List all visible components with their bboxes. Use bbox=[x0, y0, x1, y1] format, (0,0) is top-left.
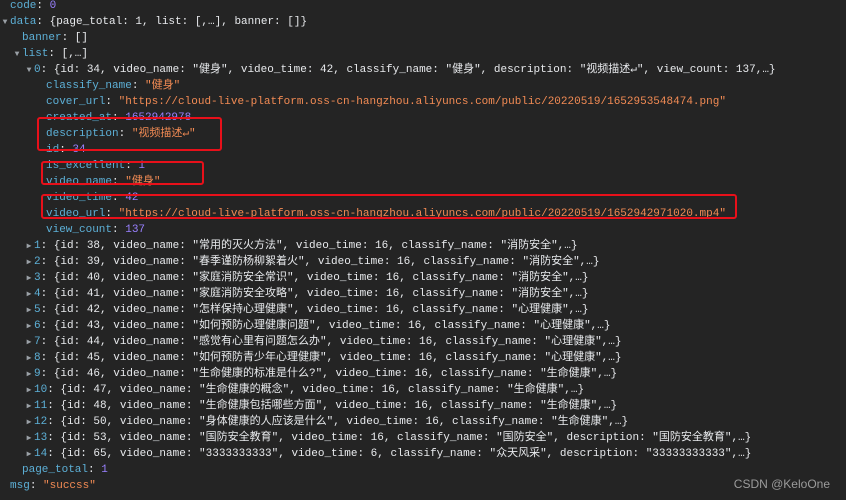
property-preview: : [] bbox=[61, 32, 89, 44]
property-key: 7 bbox=[34, 336, 41, 348]
property-value: 0 bbox=[49, 0, 57, 12]
tree-row: page_total: 1 bbox=[12, 462, 108, 478]
tree-row[interactable]: ▶ 9: {id: 46, video_name: "生命健康的标准是什么?", … bbox=[24, 366, 618, 383]
tree-row[interactable]: ▶ 13: {id: 53, video_name: "国防安全教育", vide… bbox=[24, 430, 752, 447]
property-preview: : {id: 38, video_name: "常用的灭火方法", video_… bbox=[40, 240, 578, 252]
property-key: 11 bbox=[34, 400, 48, 412]
property-preview: : {id: 45, video_name: "如何预防青少年心理健康", vi… bbox=[40, 352, 622, 364]
collapsed-triangle-icon[interactable]: ▶ bbox=[24, 447, 34, 463]
collapsed-triangle-icon[interactable]: ▶ bbox=[24, 351, 34, 367]
property-key: 13 bbox=[34, 432, 48, 444]
property-key: 0 bbox=[34, 64, 41, 76]
tree-row[interactable]: ▶ 6: {id: 43, video_name: "如何预防心理健康问题", v… bbox=[24, 318, 611, 335]
property-key: 9 bbox=[34, 368, 41, 380]
property-preview: : {id: 65, video_name: "3333333333", vid… bbox=[47, 448, 752, 460]
property-preview: : {id: 53, video_name: "国防安全教育", video_t… bbox=[47, 432, 752, 444]
property-preview: : {id: 47, video_name: "生命健康的概念", video_… bbox=[47, 384, 585, 396]
property-key: 4 bbox=[34, 288, 41, 300]
collapsed-triangle-icon[interactable]: ▶ bbox=[24, 303, 34, 319]
collapsed-triangle-icon[interactable]: ▶ bbox=[24, 271, 34, 287]
property-key: 3 bbox=[34, 272, 41, 284]
property-key: cover_url bbox=[46, 96, 106, 108]
property-preview: : {id: 39, video_name: "春季谨防杨柳絮着火", vide… bbox=[40, 256, 600, 268]
property-preview: : {id: 42, video_name: "怎样保持心理健康", video… bbox=[40, 304, 589, 316]
property-key: banner bbox=[22, 32, 62, 44]
property-preview: : {id: 41, video_name: "家庭消防安全攻略", video… bbox=[40, 288, 589, 300]
property-key: view_count bbox=[46, 224, 113, 236]
property-preview: : bbox=[36, 0, 50, 12]
property-preview: : {id: 50, video_name: "身体健康的人应该是什么", vi… bbox=[47, 416, 629, 428]
collapsed-triangle-icon[interactable]: ▶ bbox=[24, 287, 34, 303]
property-key: 2 bbox=[34, 256, 41, 268]
highlight-box-video-name bbox=[41, 161, 204, 185]
collapsed-triangle-icon[interactable]: ▶ bbox=[24, 319, 34, 335]
tree-row[interactable]: ▶ 14: {id: 65, video_name: "3333333333", … bbox=[24, 446, 752, 463]
tree-row[interactable]: ▶ 4: {id: 41, video_name: "家庭消防安全攻略", vid… bbox=[24, 286, 589, 303]
property-key: list bbox=[22, 48, 49, 60]
property-preview: : bbox=[88, 464, 102, 476]
tree-row[interactable]: ▶ 3: {id: 40, video_name: "家庭消防安全常识", vid… bbox=[24, 270, 589, 287]
watermark: CSDN @KeloOne bbox=[733, 477, 830, 491]
property-key: 12 bbox=[34, 416, 48, 428]
collapsed-triangle-icon[interactable]: ▶ bbox=[24, 335, 34, 351]
tree-row[interactable]: ▶ 12: {id: 50, video_name: "身体健康的人应该是什么",… bbox=[24, 414, 629, 431]
highlight-box-description-id bbox=[37, 117, 222, 151]
collapsed-triangle-icon[interactable]: ▶ bbox=[24, 239, 34, 255]
tree-row[interactable]: ▶ 11: {id: 48, video_name: "生命健康包括哪些方面", … bbox=[24, 398, 618, 415]
property-key: 5 bbox=[34, 304, 41, 316]
property-key: 8 bbox=[34, 352, 41, 364]
property-key: classify_name bbox=[46, 80, 132, 92]
tree-row: view_count: 137 bbox=[36, 222, 145, 238]
tree-row[interactable]: ▶ 1: {id: 38, video_name: "常用的灭火方法", vide… bbox=[24, 238, 578, 255]
property-preview: : {id: 43, video_name: "如何预防心理健康问题", vid… bbox=[40, 320, 611, 332]
expanded-triangle-icon[interactable]: ▼ bbox=[0, 15, 10, 31]
property-preview: : bbox=[105, 96, 119, 108]
property-value: "https://cloud-live-platform.oss-cn-hang… bbox=[118, 96, 726, 108]
property-value: 1 bbox=[101, 464, 108, 476]
property-key: page_total bbox=[22, 464, 89, 476]
property-preview: : bbox=[112, 224, 126, 236]
property-preview: : [,…] bbox=[48, 48, 89, 60]
expanded-triangle-icon[interactable]: ▼ bbox=[24, 63, 34, 79]
tree-row[interactable]: ▶ 2: {id: 39, video_name: "春季谨防杨柳絮着火", vi… bbox=[24, 254, 600, 271]
collapsed-triangle-icon[interactable]: ▶ bbox=[24, 399, 34, 415]
property-key: msg bbox=[10, 480, 30, 492]
property-key: 1 bbox=[34, 240, 41, 252]
collapsed-triangle-icon[interactable]: ▶ bbox=[24, 367, 34, 383]
tree-row[interactable]: ▼ data: {page_total: 1, list: [,…], banne… bbox=[0, 14, 307, 30]
tree-row[interactable]: ▼ 0: {id: 34, video_name: "健身", video_tim… bbox=[24, 62, 776, 78]
property-value: 137 bbox=[125, 224, 146, 236]
tree-row[interactable]: ▶ 10: {id: 47, video_name: "生命健康的概念", vid… bbox=[24, 382, 585, 399]
property-value: "健身" bbox=[145, 80, 181, 92]
property-key: data bbox=[10, 16, 37, 28]
tree-row[interactable]: ▼ list: [,…] bbox=[12, 46, 88, 62]
highlight-box-video-url bbox=[41, 194, 737, 219]
tree-row[interactable]: ▶ 8: {id: 45, video_name: "如何预防青少年心理健康", … bbox=[24, 350, 622, 367]
property-key: 6 bbox=[34, 320, 41, 332]
property-preview: : {page_total: 1, list: [,…], banner: []… bbox=[36, 16, 308, 28]
property-key: code bbox=[10, 0, 37, 12]
property-preview: : {id: 40, video_name: "家庭消防安全常识", video… bbox=[40, 272, 589, 284]
expanded-triangle-icon[interactable]: ▼ bbox=[12, 47, 22, 63]
collapsed-triangle-icon[interactable]: ▶ bbox=[24, 383, 34, 399]
property-value: "succss" bbox=[43, 480, 96, 492]
collapsed-triangle-icon[interactable]: ▶ bbox=[24, 415, 34, 431]
tree-row[interactable]: ▶ 5: {id: 42, video_name: "怎样保持心理健康", vid… bbox=[24, 302, 589, 319]
property-preview: : {id: 48, video_name: "生命健康包括哪些方面", vid… bbox=[47, 400, 618, 412]
tree-row: cover_url: "https://cloud-live-platform.… bbox=[36, 94, 726, 110]
property-preview: : {id: 34, video_name: "健身", video_time:… bbox=[40, 64, 776, 76]
collapsed-triangle-icon[interactable]: ▶ bbox=[24, 255, 34, 271]
tree-row: msg: "succss" bbox=[0, 478, 96, 494]
tree-row: banner: [] bbox=[12, 30, 88, 46]
tree-row: code: 0 bbox=[0, 0, 56, 14]
tree-row[interactable]: ▶ 7: {id: 44, video_name: "感觉有心里有问题怎么办", … bbox=[24, 334, 622, 351]
tree-row: classify_name: "健身" bbox=[36, 78, 180, 94]
property-key: 14 bbox=[34, 448, 48, 460]
property-preview: : bbox=[29, 480, 44, 492]
property-preview: : bbox=[131, 80, 146, 92]
property-key: 10 bbox=[34, 384, 48, 396]
collapsed-triangle-icon[interactable]: ▶ bbox=[24, 431, 34, 447]
property-preview: : {id: 46, video_name: "生命健康的标准是什么?", vi… bbox=[40, 368, 618, 380]
property-preview: : {id: 44, video_name: "感觉有心里有问题怎么办", vi… bbox=[40, 336, 622, 348]
